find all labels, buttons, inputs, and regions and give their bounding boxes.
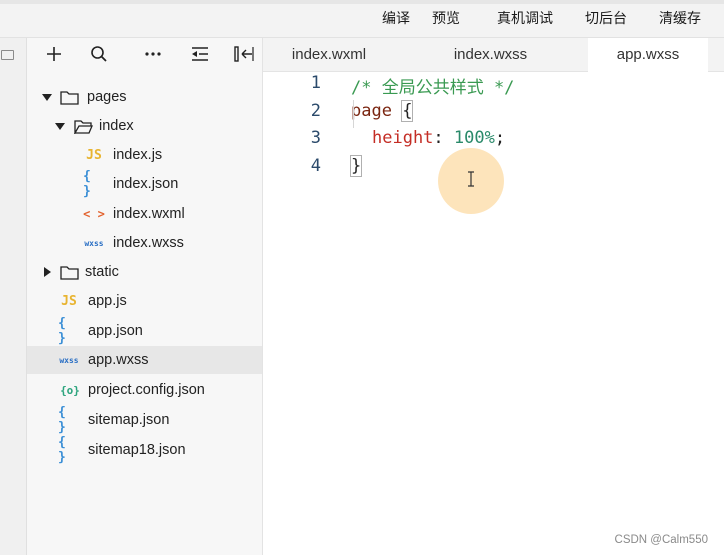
tab-app-wxss[interactable]: app.wxss <box>588 38 708 72</box>
layout-icon[interactable] <box>233 44 255 64</box>
tree-item-label: static <box>85 264 119 280</box>
tree-item-label: index.js <box>113 147 163 163</box>
line-number: 3 <box>310 128 321 148</box>
code-close-brace: } <box>349 155 363 177</box>
explorer-toolbar <box>27 38 262 70</box>
tree-item-label: pages <box>87 89 127 105</box>
tree-folder-static[interactable]: static <box>27 258 262 286</box>
wxss-file-icon: wxss <box>59 355 79 365</box>
code-line-4: } <box>349 155 363 177</box>
json-file-icon: { } <box>83 169 91 199</box>
code-line-2: page { <box>351 100 414 122</box>
tree-folder-index[interactable]: index <box>27 112 262 140</box>
tree-item-label: index.wxml <box>113 206 185 222</box>
code-semicolon: ; <box>494 128 506 148</box>
tree-file-index-json[interactable]: { } index.json <box>27 169 262 199</box>
compile-button[interactable]: 编译 <box>382 8 410 28</box>
new-file-icon[interactable] <box>43 44 65 64</box>
json-file-icon: { } <box>58 316 66 346</box>
tree-item-label: app.wxss <box>88 352 149 368</box>
real-device-debug-button[interactable]: 真机调试 <box>497 8 553 28</box>
folder-icon <box>60 91 79 105</box>
tree-item-label: sitemap.json <box>88 412 170 428</box>
tab-index-wxml[interactable]: index.wxml <box>263 38 395 71</box>
tree-file-index-wxml[interactable]: < > index.wxml <box>27 200 262 228</box>
file-explorer: pages index JS index.js { } index.json <… <box>27 38 263 555</box>
tree-item-label: sitemap18.json <box>88 442 186 458</box>
tree-item-label: app.js <box>88 293 127 309</box>
tree-item-label: project.config.json <box>88 382 205 398</box>
code-value: 100% <box>453 128 495 148</box>
background-button[interactable]: 切后台 <box>585 8 627 28</box>
search-icon[interactable] <box>88 44 110 64</box>
code-line-1: /* 全局公共样式 */ <box>351 73 514 98</box>
tree-file-app-wxss[interactable]: wxss app.wxss <box>27 346 262 374</box>
chevron-down-icon[interactable] <box>55 123 65 130</box>
text-cursor-icon <box>468 171 474 187</box>
chevron-right-icon[interactable] <box>44 267 51 277</box>
js-file-icon: JS <box>86 147 102 163</box>
tree-item-label: app.json <box>88 323 143 339</box>
config-file-icon: {o} <box>60 383 80 397</box>
editor-tab-bar: index.wxml index.wxss app.wxss <box>263 38 724 72</box>
watermark: CSDN @Calm550 <box>614 534 708 546</box>
wxml-file-icon: < > <box>83 207 105 221</box>
code-property: height <box>372 128 434 148</box>
code-open-brace: { <box>401 100 414 122</box>
line-number: 1 <box>310 73 321 93</box>
line-number: 2 <box>310 101 321 121</box>
tree-file-index-wxss[interactable]: wxss index.wxss <box>27 229 262 257</box>
tree-file-app-json[interactable]: { } app.json <box>27 316 262 346</box>
tree-file-sitemap-json[interactable]: { } sitemap.json <box>27 405 262 435</box>
tree-folder-pages[interactable]: pages <box>27 83 262 111</box>
code-selector: page <box>351 101 392 121</box>
chevron-down-icon[interactable] <box>42 94 52 101</box>
tree-file-project-config-json[interactable]: {o} project.config.json <box>27 376 262 404</box>
js-file-icon: JS <box>61 293 77 309</box>
top-toolbar: 编译 预览 真机调试 切后台 清缓存 <box>0 0 724 38</box>
collapse-icon[interactable] <box>189 44 211 64</box>
tree-file-app-js[interactable]: JS app.js <box>27 287 262 315</box>
tab-index-wxss[interactable]: index.wxss <box>423 38 558 71</box>
code-editor: index.wxml index.wxss app.wxss 1 2 3 4 /… <box>263 38 724 555</box>
json-file-icon: { } <box>58 435 66 465</box>
tree-item-label: index.json <box>113 176 179 192</box>
preview-button[interactable]: 预览 <box>432 8 460 28</box>
more-icon[interactable] <box>142 44 164 64</box>
toolbar-top-strip <box>0 0 724 4</box>
folder-icon <box>60 266 79 280</box>
tree-file-index-js[interactable]: JS index.js <box>27 141 262 169</box>
folder-open-icon <box>74 120 93 134</box>
code-line-3: height: 100%; <box>372 128 505 148</box>
tree-file-sitemap18-json[interactable]: { } sitemap18.json <box>27 435 262 465</box>
code-colon: : <box>433 128 444 148</box>
json-file-icon: { } <box>58 405 66 435</box>
simulator-icon[interactable] <box>1 50 14 60</box>
wxss-file-icon: wxss <box>84 238 104 248</box>
tree-item-label: index.wxss <box>113 235 184 251</box>
tree-item-label: index <box>99 118 134 134</box>
clear-cache-button[interactable]: 清缓存 <box>659 8 701 28</box>
indent-guide <box>353 100 354 128</box>
line-number: 4 <box>310 156 321 176</box>
code-comment: /* 全局公共样式 */ <box>351 78 515 98</box>
activity-bar <box>0 38 27 555</box>
